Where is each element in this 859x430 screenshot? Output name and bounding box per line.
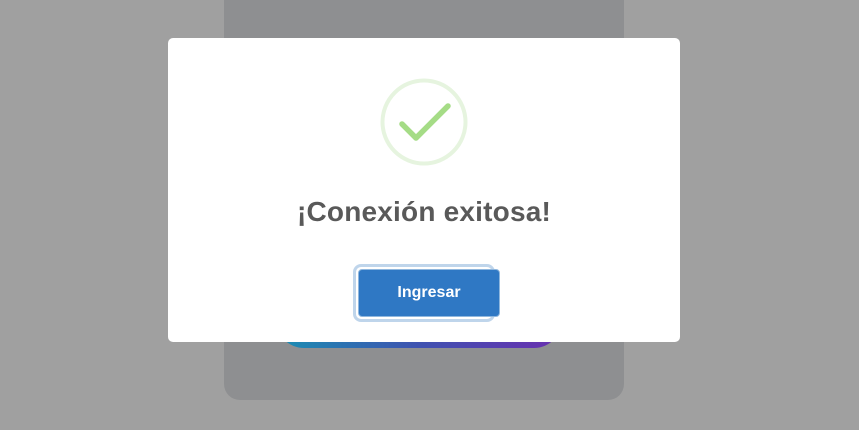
confirm-button-focus-ring: Ingresar — [356, 267, 500, 319]
checkmark-success-icon — [380, 78, 468, 166]
modal-title: ¡Conexión exitosa! — [296, 196, 552, 227]
success-modal: ¡Conexión exitosa! Ingresar — [168, 38, 680, 342]
ingresar-button[interactable]: Ingresar — [358, 269, 500, 317]
